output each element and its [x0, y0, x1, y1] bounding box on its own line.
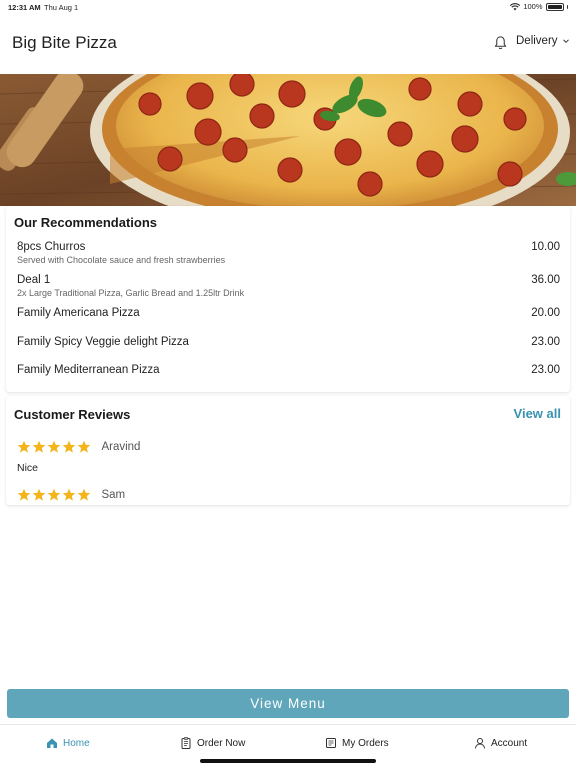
- status-time: 12:31 AM: [8, 3, 41, 12]
- reviews-title: Customer Reviews: [14, 407, 131, 422]
- star-icon: [47, 440, 61, 453]
- star-icon: [32, 440, 46, 453]
- customer-reviews-card: Customer Reviews View all Aravind Nice S…: [6, 396, 570, 505]
- item-price: 10.00: [531, 241, 560, 253]
- restaurant-title: Big Bite Pizza: [12, 33, 117, 52]
- item-price: 23.00: [531, 336, 560, 348]
- recommendations-card: Our Recommendations 8pcs Churros Served …: [6, 206, 570, 392]
- delivery-mode-label: Delivery: [516, 35, 558, 47]
- view-menu-button[interactable]: View Menu: [7, 689, 569, 718]
- pizza-illustration: [0, 74, 576, 206]
- star-icon: [62, 440, 76, 453]
- item-price: 23.00: [531, 364, 560, 376]
- hero-pizza-image: [0, 74, 576, 206]
- star-icon: [47, 488, 61, 501]
- delivery-mode-dropdown[interactable]: Delivery: [516, 35, 570, 47]
- star-icon: [62, 488, 76, 501]
- status-date: Thu Aug 1: [44, 3, 79, 12]
- item-description: Served with Chocolate sauce and fresh st…: [17, 255, 226, 265]
- recommendations-title: Our Recommendations: [14, 215, 158, 230]
- tab-order-now[interactable]: Order Now: [180, 737, 245, 749]
- star-rating: [17, 440, 91, 454]
- item-price: 36.00: [531, 274, 560, 286]
- wifi-icon: [510, 2, 521, 10]
- star-icon: [17, 488, 31, 501]
- tab-label: Account: [491, 737, 528, 749]
- item-name: Family Spicy Veggie delight Pizza: [17, 336, 189, 348]
- reviewer-name: Sam: [101, 488, 126, 501]
- receipt-icon: [326, 738, 336, 748]
- tab-account[interactable]: Account: [474, 737, 527, 749]
- star-icon: [32, 488, 46, 501]
- item-price: 20.00: [531, 307, 560, 319]
- item-name: Family Mediterranean Pizza: [17, 364, 160, 376]
- battery-tip: [566, 4, 568, 9]
- recommendation-item[interactable]: Family Spicy Veggie delight Pizza 23.00: [17, 336, 560, 348]
- review-item: Aravind Nice: [17, 438, 140, 474]
- tab-home[interactable]: Home: [46, 737, 90, 749]
- clipboard-icon: [181, 737, 191, 749]
- star-icon: [17, 440, 31, 453]
- battery-percent: 100%: [523, 2, 543, 11]
- item-description: 2x Large Traditional Pizza, Garlic Bread…: [17, 288, 245, 298]
- app-header: Big Bite Pizza Delivery: [0, 16, 576, 74]
- home-indicator: [200, 759, 376, 763]
- reviewer-name: Aravind: [101, 440, 141, 453]
- user-icon: [475, 738, 485, 749]
- item-name: 8pcs Churros: [17, 241, 86, 253]
- tab-my-orders[interactable]: My Orders: [325, 737, 389, 749]
- item-name: Family Americana Pizza: [17, 307, 140, 319]
- status-right: 100%: [510, 2, 568, 11]
- review-text: Nice: [17, 462, 39, 474]
- recommendation-item[interactable]: Family Americana Pizza 20.00: [17, 307, 560, 319]
- star-rating: [17, 488, 91, 502]
- star-icon: [77, 440, 91, 453]
- tab-label: Home: [63, 737, 90, 749]
- review-item: Sam: [17, 486, 125, 504]
- recommendation-item[interactable]: Family Mediterranean Pizza 23.00: [17, 364, 560, 376]
- star-icon: [77, 488, 91, 501]
- recommendation-item[interactable]: 8pcs Churros Served with Chocolate sauce…: [17, 241, 560, 265]
- tab-label: My Orders: [342, 737, 389, 749]
- view-all-reviews-link[interactable]: View all: [514, 406, 561, 421]
- bell-icon[interactable]: [493, 35, 508, 51]
- item-name: Deal 1: [17, 274, 51, 286]
- chevron-down-icon: [562, 39, 569, 44]
- battery-icon: [545, 2, 564, 11]
- status-bar: 12:31 AM Thu Aug 1 100%: [0, 0, 576, 16]
- tab-label: Order Now: [197, 737, 246, 749]
- recommendation-item[interactable]: Deal 1 2x Large Traditional Pizza, Garli…: [17, 274, 560, 298]
- home-icon: [47, 738, 57, 748]
